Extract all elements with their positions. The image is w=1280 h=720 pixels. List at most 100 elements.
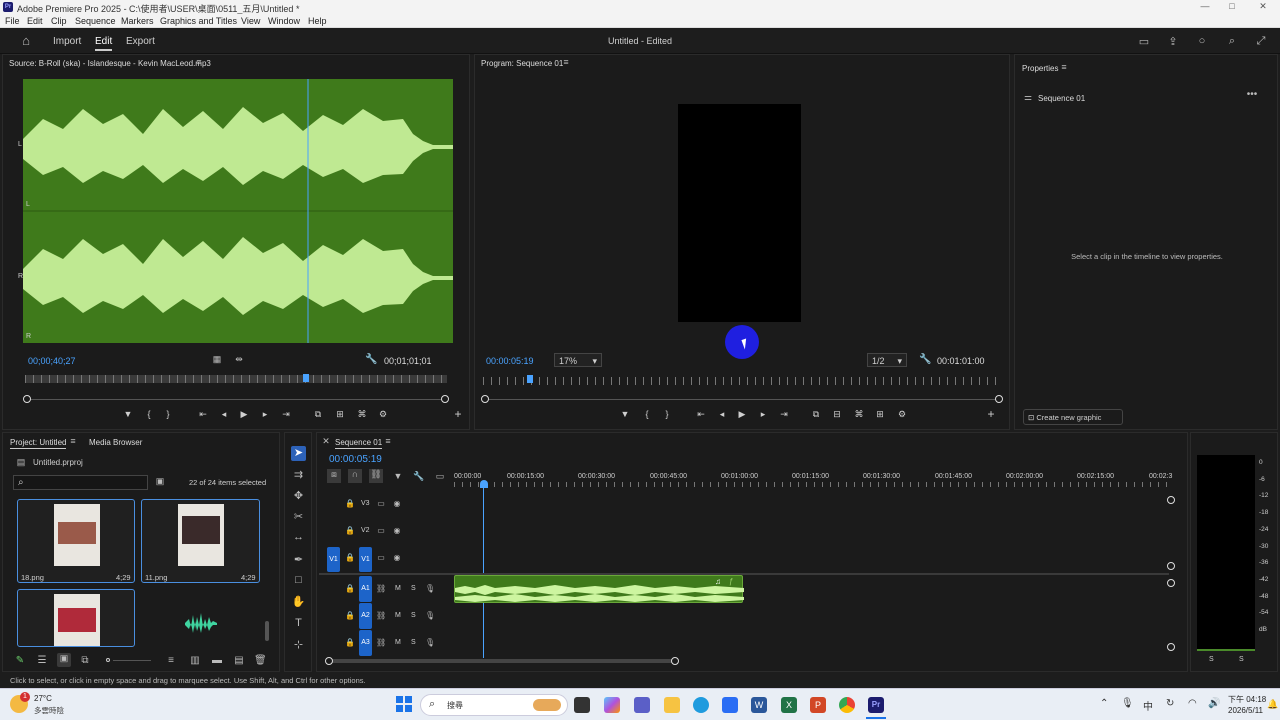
- source-time-ruler[interactable]: [25, 375, 447, 383]
- button-editor-icon[interactable]: +: [985, 407, 997, 421]
- freeform-view-icon[interactable]: ⧉: [79, 655, 91, 666]
- go-to-in-button[interactable]: ⇤: [196, 409, 210, 420]
- lock-icon[interactable]: 🔒: [345, 638, 355, 647]
- close-button[interactable]: ✕: [1253, 1, 1273, 12]
- track-label[interactable]: A3: [359, 630, 372, 656]
- step-forward-button[interactable]: ▸: [756, 409, 770, 420]
- trash-icon[interactable]: 🗑: [254, 655, 267, 666]
- lock-icon[interactable]: 🔒: [345, 499, 355, 508]
- program-video-frame[interactable]: [678, 104, 801, 322]
- timeline-timecode[interactable]: 00:00:05:19: [329, 454, 382, 465]
- icon-view-icon[interactable]: ▣: [57, 653, 71, 667]
- zoom-handle-right[interactable]: [995, 395, 1003, 403]
- excel-icon[interactable]: X: [781, 697, 797, 713]
- extract-button[interactable]: ⊟: [830, 409, 844, 420]
- play-button[interactable]: ▶: [735, 409, 749, 420]
- filter-icon[interactable]: ▣: [154, 476, 166, 487]
- program-title[interactable]: Program: Sequence 01: [481, 59, 563, 68]
- more-icon[interactable]: •••: [1245, 89, 1259, 100]
- film-icon[interactable]: ▭: [376, 553, 386, 562]
- menu-file[interactable]: File: [5, 16, 20, 26]
- mark-in-button[interactable]: {: [642, 409, 652, 419]
- film-icon[interactable]: ▭: [376, 499, 386, 508]
- timeline-playhead-handle[interactable]: [480, 480, 488, 488]
- eye-icon[interactable]: ◉: [392, 553, 402, 562]
- lock-icon[interactable]: 🔒: [345, 584, 355, 593]
- zoom-handle-left[interactable]: [481, 395, 489, 403]
- menu-markers[interactable]: Markers: [121, 16, 154, 26]
- drag-audio-icon[interactable]: ⇹: [233, 354, 245, 365]
- premiere-taskbar-icon[interactable]: Pr: [868, 697, 884, 713]
- lock-icon[interactable]: 🔒: [345, 553, 355, 562]
- speaker-icon[interactable]: 🔊: [1208, 698, 1220, 709]
- snap-icon[interactable]: ∩: [348, 469, 362, 483]
- export-frame-button[interactable]: ⌘: [852, 409, 866, 420]
- workspace-icon[interactable]: ▭: [1137, 35, 1151, 48]
- audio-clip[interactable]: ♫ ƒ: [454, 575, 744, 603]
- mute-button[interactable]: M: [395, 585, 401, 592]
- razor-tool-icon[interactable]: ✂: [291, 510, 306, 523]
- track-label[interactable]: A1: [359, 576, 372, 602]
- mute-button[interactable]: M: [395, 639, 401, 646]
- timeline-zoom-bar[interactable]: [329, 659, 674, 663]
- overwrite-button[interactable]: ⊞: [333, 409, 347, 420]
- zoom-handle-right[interactable]: [441, 395, 449, 403]
- source-patch-v1[interactable]: V1: [327, 547, 340, 572]
- add-marker-icon[interactable]: ▼: [392, 471, 404, 481]
- settings-button[interactable]: ⚙: [895, 409, 909, 420]
- zoom-handle-left[interactable]: [325, 657, 333, 665]
- panel-menu-icon[interactable]: ≡: [194, 57, 204, 67]
- pen-tool-icon[interactable]: ✒: [291, 553, 306, 566]
- panel-menu-icon[interactable]: ≡: [68, 436, 78, 446]
- minimize-button[interactable]: —: [1195, 1, 1215, 11]
- go-to-out-button[interactable]: ⇥: [777, 409, 791, 420]
- mark-in-button[interactable]: {: [144, 409, 154, 419]
- language-icon[interactable]: 中: [1143, 698, 1153, 713]
- add-marker-button[interactable]: ▼: [618, 409, 632, 419]
- project-scrollbar[interactable]: [265, 621, 269, 641]
- eye-icon[interactable]: ◉: [392, 526, 402, 535]
- step-back-button[interactable]: ◂: [715, 409, 729, 420]
- tab-edit[interactable]: Edit: [95, 36, 113, 51]
- sort-icon[interactable]: ≡: [165, 655, 177, 666]
- powerpoint-icon[interactable]: P: [810, 697, 826, 713]
- clock-date[interactable]: 2026/5/11: [1228, 706, 1263, 715]
- panel-menu-icon[interactable]: ≡: [1059, 62, 1069, 72]
- solo-button[interactable]: S: [411, 585, 416, 592]
- wrench-icon[interactable]: 🔧: [413, 471, 425, 482]
- play-button[interactable]: ▶: [237, 409, 251, 420]
- program-playhead[interactable]: [527, 375, 533, 383]
- wifi-icon[interactable]: ◠: [1188, 698, 1197, 709]
- teams-icon[interactable]: [634, 697, 650, 713]
- insert-button[interactable]: ⧉: [311, 409, 325, 420]
- tab-export[interactable]: Export: [126, 36, 155, 47]
- menu-view[interactable]: View: [241, 16, 260, 26]
- settings-button[interactable]: ⚙: [376, 409, 390, 420]
- hand-tool-icon[interactable]: ✋: [291, 595, 306, 608]
- track-select-tool-icon[interactable]: ⇉: [291, 468, 306, 481]
- selection-tool-icon[interactable]: ➤: [291, 446, 306, 461]
- microphone-icon[interactable]: 🎙: [425, 611, 435, 620]
- zoom-slider-handle[interactable]: [106, 658, 110, 662]
- mark-out-button[interactable]: }: [662, 409, 672, 419]
- track-scroll-bottom[interactable]: [1167, 562, 1175, 570]
- eye-icon[interactable]: ◉: [392, 499, 402, 508]
- weather-temp[interactable]: 27°C: [34, 694, 52, 703]
- menu-help[interactable]: Help: [308, 16, 327, 26]
- menu-graphics[interactable]: Graphics and Titles: [160, 16, 237, 26]
- ripple-edit-tool-icon[interactable]: ✥: [291, 489, 306, 502]
- chevron-up-icon[interactable]: ⌃: [1100, 698, 1108, 709]
- zoom-slider[interactable]: [113, 660, 151, 661]
- project-item[interactable]: 11.png 4;29: [141, 499, 260, 583]
- slip-tool-icon[interactable]: ↔: [291, 531, 306, 543]
- tab-media-browser[interactable]: Media Browser: [89, 438, 142, 447]
- track-scroll-top[interactable]: [1167, 496, 1175, 504]
- captions-icon[interactable]: ▭: [434, 471, 446, 482]
- solo-right-button[interactable]: S: [1239, 656, 1244, 663]
- track-divider[interactable]: [319, 573, 1169, 575]
- source-zoom-bar[interactable]: [27, 399, 447, 400]
- windows-start-icon[interactable]: [396, 696, 412, 712]
- properties-title[interactable]: Properties: [1022, 64, 1058, 73]
- microphone-icon[interactable]: 🎙: [425, 638, 435, 647]
- program-time-ruler[interactable]: [483, 377, 1001, 385]
